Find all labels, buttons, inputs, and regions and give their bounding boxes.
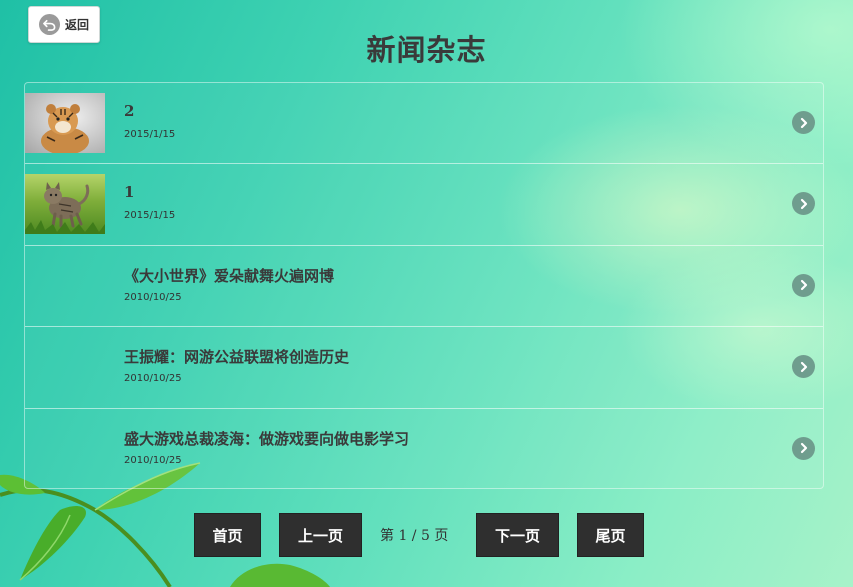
news-list: 2 2015/1/15 1 2015/1/15 《大小世界》爱朵献舞火遍网博 2… [24, 82, 824, 489]
list-item[interactable]: 王振耀：网游公益联盟将创造历史 2010/10/25 [25, 327, 823, 409]
list-item[interactable]: 1 2015/1/15 [25, 164, 823, 246]
kitten-thumbnail [25, 174, 105, 235]
chevron-right-icon [792, 355, 815, 379]
prev-page-button[interactable]: 上一页 [279, 513, 362, 557]
item-title: 1 [124, 183, 135, 202]
item-date: 2010/10/25 [124, 373, 182, 385]
list-item[interactable]: 《大小世界》爱朵献舞火遍网博 2010/10/25 [25, 246, 823, 328]
chevron-right-icon [792, 192, 815, 216]
tiger-cub-thumbnail [25, 93, 105, 153]
first-page-button[interactable]: 首页 [194, 513, 261, 557]
page-info: 第 1 / 5 页 [380, 528, 449, 544]
item-title: 王振耀：网游公益联盟将创造历史 [124, 348, 350, 367]
item-date: 2010/10/25 [124, 454, 182, 466]
chevron-right-icon [792, 111, 815, 134]
pagination: 首页 上一页 第 1 / 5 页 下一页 尾页 [0, 513, 853, 557]
chevron-right-icon [792, 436, 815, 460]
page-title: 新闻杂志 [366, 33, 487, 67]
item-title: 2 [124, 102, 135, 120]
item-title: 《大小世界》爱朵献舞火遍网博 [124, 266, 335, 285]
item-title: 盛大游戏总裁凌海：做游戏要向做电影学习 [124, 429, 410, 448]
next-page-button[interactable]: 下一页 [476, 513, 559, 557]
item-date: 2015/1/15 [124, 129, 176, 140]
chevron-right-icon [792, 273, 815, 297]
item-date: 2015/1/15 [124, 210, 176, 222]
list-item[interactable]: 盛大游戏总裁凌海：做游戏要向做电影学习 2010/10/25 [25, 409, 823, 490]
list-item[interactable]: 2 2015/1/15 [25, 83, 823, 165]
item-date: 2010/10/25 [124, 291, 182, 303]
last-page-button[interactable]: 尾页 [577, 513, 644, 557]
